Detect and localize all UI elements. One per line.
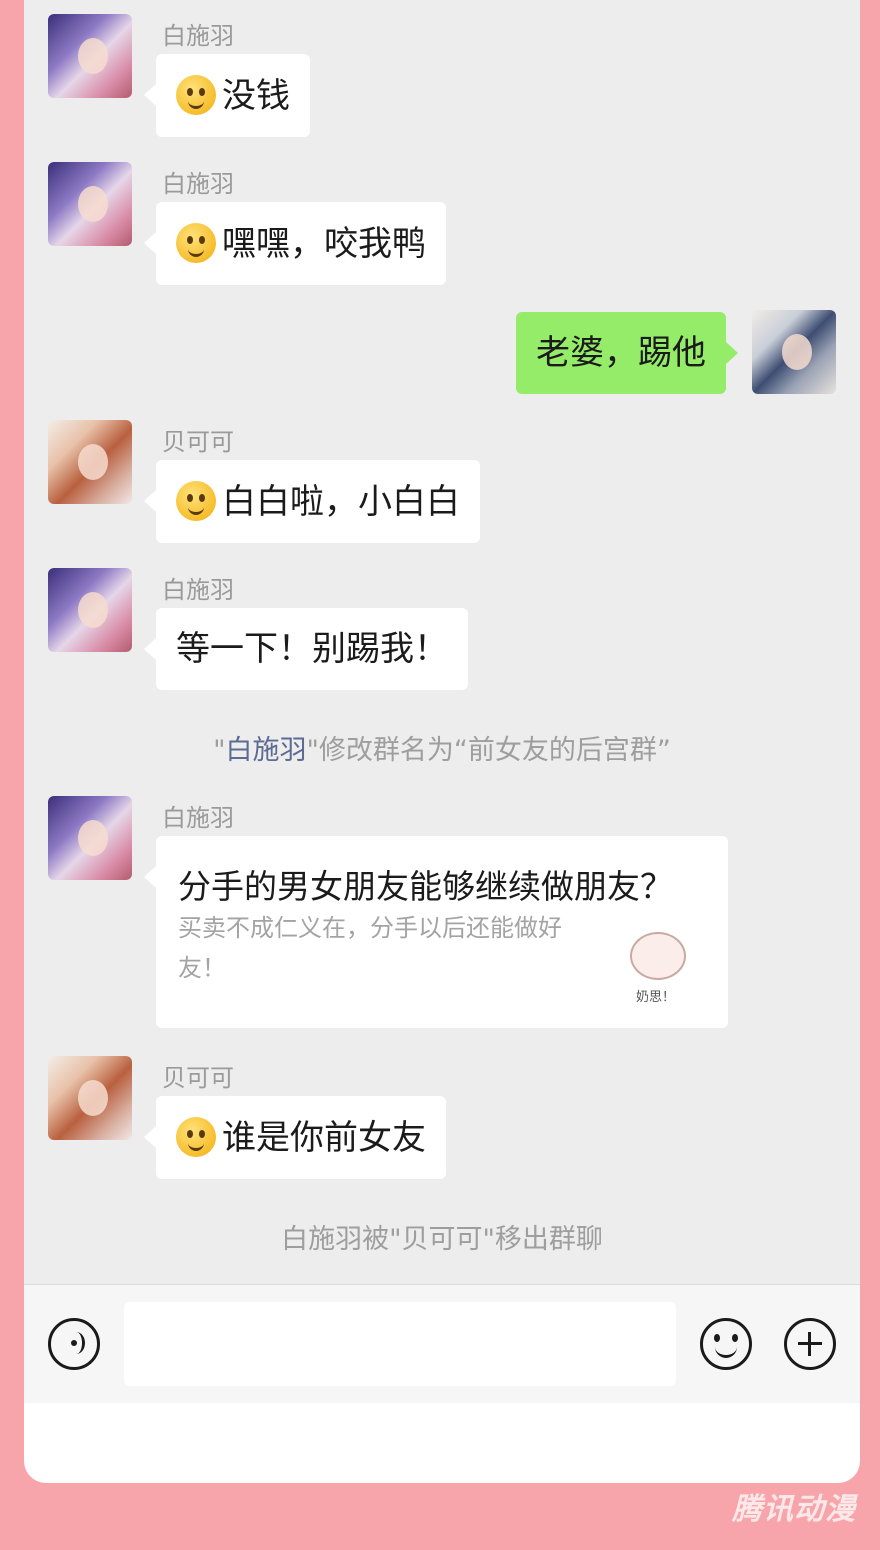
- chat-area[interactable]: 白施羽 没钱 白施羽 嘿嘿，咬我鸭 老婆，踢他 贝可可 白白啦，小白白 白施羽 …: [24, 0, 860, 1284]
- sender-name: 贝可可: [162, 1064, 234, 1092]
- message-bubble[interactable]: 等一下！别踢我！: [144, 608, 468, 690]
- emoji-icon[interactable]: [700, 1318, 752, 1370]
- avatar[interactable]: [752, 310, 836, 394]
- facepalm-emoji-icon: [176, 481, 216, 521]
- thumbnail-caption: 奶思！: [636, 990, 676, 1005]
- sender-name: 贝可可: [162, 428, 234, 456]
- grin-emoji-icon: [176, 223, 216, 263]
- avatar[interactable]: [48, 1056, 132, 1140]
- message-bubble-sent[interactable]: 老婆，踢他: [516, 312, 738, 394]
- phone-screen: 白施羽 没钱 白施羽 嘿嘿，咬我鸭 老婆，踢他 贝可可 白白啦，小白白 白施羽 …: [24, 0, 860, 1483]
- message-bubble[interactable]: 没钱: [144, 54, 310, 137]
- smirk-emoji-icon: [176, 75, 216, 115]
- member-link[interactable]: 白施羽: [226, 735, 307, 766]
- sender-name: 白施羽: [162, 22, 234, 50]
- link-card[interactable]: 分手的男女朋友能够继续做朋友？ 买卖不成仁义在，分手以后还能做好友！ 奶思！: [144, 836, 728, 1028]
- smile-emoji-icon: [176, 1117, 216, 1157]
- sender-name: 白施羽: [162, 576, 234, 604]
- notice-text: "修改群名为“前女友的后宫群”: [306, 735, 671, 766]
- card-title: 分手的男女朋友能够继续做朋友？: [178, 867, 673, 906]
- bear-sticker-icon: [630, 932, 686, 980]
- avatar[interactable]: [48, 796, 132, 880]
- message-text: 没钱: [222, 76, 290, 116]
- input-bar: [24, 1284, 860, 1403]
- sender-name: 白施羽: [162, 804, 234, 832]
- card-thumbnail: 奶思！: [612, 928, 704, 1014]
- message-input[interactable]: [124, 1302, 676, 1386]
- plus-icon[interactable]: [784, 1318, 836, 1370]
- system-notice-rename: "白施羽"修改群名为“前女友的后宫群”: [24, 728, 860, 767]
- message-text: 嘿嘿，咬我鸭: [222, 224, 426, 264]
- message-bubble[interactable]: 嘿嘿，咬我鸭: [144, 202, 446, 285]
- avatar[interactable]: [48, 162, 132, 246]
- message-bubble[interactable]: 谁是你前女友: [144, 1096, 446, 1179]
- sender-name: 白施羽: [162, 170, 234, 198]
- avatar[interactable]: [48, 420, 132, 504]
- quote-mark: ": [213, 735, 226, 766]
- message-text: 等一下！别踢我！: [176, 629, 448, 669]
- message-text: 老婆，踢他: [536, 333, 706, 373]
- message-text: 白白啦，小白白: [222, 482, 460, 522]
- message-bubble[interactable]: 白白啦，小白白: [144, 460, 480, 543]
- system-notice-removed: 白施羽被"贝可可"移出群聊: [281, 1224, 603, 1255]
- voice-icon[interactable]: [48, 1318, 100, 1370]
- watermark-logo: 腾讯动漫: [732, 1492, 856, 1527]
- avatar[interactable]: [48, 568, 132, 652]
- message-text: 谁是你前女友: [222, 1118, 426, 1158]
- avatar[interactable]: [48, 14, 132, 98]
- card-description: 买卖不成仁义在，分手以后还能做好友！: [178, 914, 562, 982]
